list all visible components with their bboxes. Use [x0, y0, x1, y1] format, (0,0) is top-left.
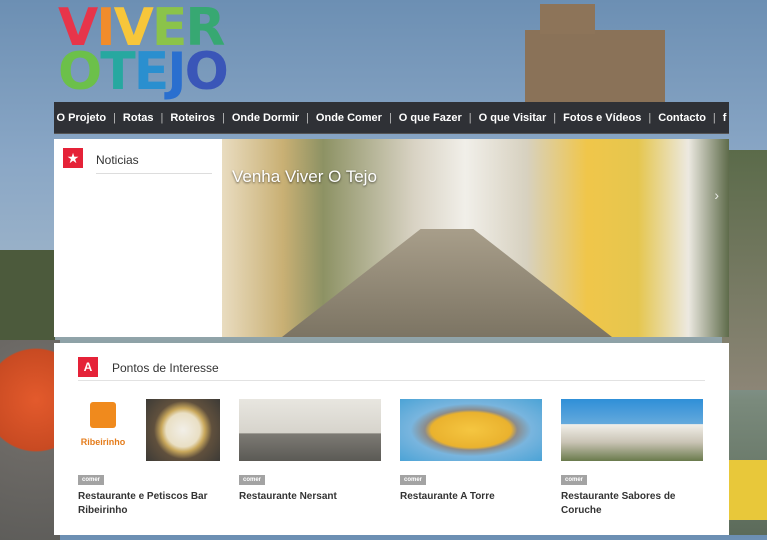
road-icon: A [78, 357, 98, 377]
main-nav: O Projeto | Rotas | Roteiros | Onde Dorm… [54, 102, 729, 134]
category-badge[interactable]: comer [400, 475, 427, 485]
poi-title[interactable]: Restaurante A Torre [400, 490, 545, 504]
logo-letter: J [167, 42, 186, 102]
food-image [146, 399, 220, 461]
poi-thumbnail[interactable]: Ribeirinho [78, 399, 220, 461]
nav-item-onde-comer[interactable]: Onde Comer [316, 112, 382, 124]
nav-item-o-projeto[interactable]: O Projeto [57, 112, 107, 124]
facebook-icon[interactable]: f [723, 112, 727, 124]
poi-card[interactable]: Ribeirinho comer Restaurante e Petiscos … [78, 399, 228, 518]
poi-thumbnail[interactable] [400, 399, 542, 461]
poi-thumbnail[interactable] [239, 399, 381, 461]
nav-separator: | [113, 111, 116, 124]
yellow-boat-background [727, 460, 767, 520]
logo-letter: O [58, 42, 102, 102]
section-divider [78, 380, 705, 381]
street-image [282, 229, 612, 337]
category-badge[interactable]: comer [561, 475, 588, 485]
nav-item-o-que-fazer[interactable]: O que Fazer [399, 112, 462, 124]
ribeirinho-logo: Ribeirinho [78, 399, 128, 461]
nav-separator: | [221, 111, 225, 124]
nav-separator: | [388, 111, 392, 124]
site-logo[interactable]: VIVER O TEJO [58, 2, 229, 102]
nav-separator: | [306, 111, 309, 124]
poi-title[interactable]: Restaurante Nersant [239, 490, 384, 504]
nav-separator: | [648, 111, 652, 124]
logo-letter: T [100, 42, 136, 102]
castle-background [525, 4, 665, 110]
poi-card[interactable]: comer Restaurante Sabores de Coruche [561, 399, 711, 518]
category-badge[interactable]: comer [239, 475, 266, 485]
logo-letter: O [184, 42, 229, 102]
logo-line-2: O TEJO [58, 42, 229, 102]
logo-letter: E [133, 42, 170, 102]
category-badge[interactable]: comer [78, 475, 105, 485]
nav-separator: | [553, 111, 557, 124]
nav-item-o-que-visitar[interactable]: O que Visitar [479, 112, 547, 124]
nav-item-rotas[interactable]: Rotas [123, 112, 154, 124]
news-divider [96, 173, 212, 174]
nav-item-onde-dormir[interactable]: Onde Dormir [232, 112, 299, 124]
nav-item-fotos-e-videos[interactable]: Fotos e Vídeos [563, 112, 641, 124]
points-of-interest-section: A Pontos de Interesse Ribeirinho comer R… [54, 343, 729, 535]
nav-separator: | [468, 111, 472, 124]
poi-title[interactable]: Restaurante e Petiscos Bar Ribeirinho [78, 490, 223, 518]
news-title: Noticias [96, 153, 139, 167]
poi-card[interactable]: comer Restaurante A Torre [400, 399, 550, 504]
nav-item-contacto[interactable]: Contacto [658, 112, 706, 124]
nav-separator: | [712, 111, 716, 124]
news-panel: ★ Noticias [54, 139, 222, 337]
hero-slider[interactable]: Venha Viver O Tejo ‹ › [222, 139, 729, 337]
poi-thumbnail[interactable] [561, 399, 703, 461]
nav-separator: | [160, 111, 164, 124]
poi-card[interactable]: comer Restaurante Nersant [239, 399, 389, 504]
poi-title[interactable]: Restaurante Sabores de Coruche [561, 490, 706, 518]
star-icon: ★ [63, 148, 83, 168]
boat-background [0, 340, 60, 540]
nav-item-roteiros[interactable]: Roteiros [170, 112, 215, 124]
slider-next-icon[interactable]: › [714, 187, 719, 203]
slide-title: Venha Viver O Tejo [232, 167, 377, 186]
section-title: Pontos de Interesse [112, 361, 219, 375]
